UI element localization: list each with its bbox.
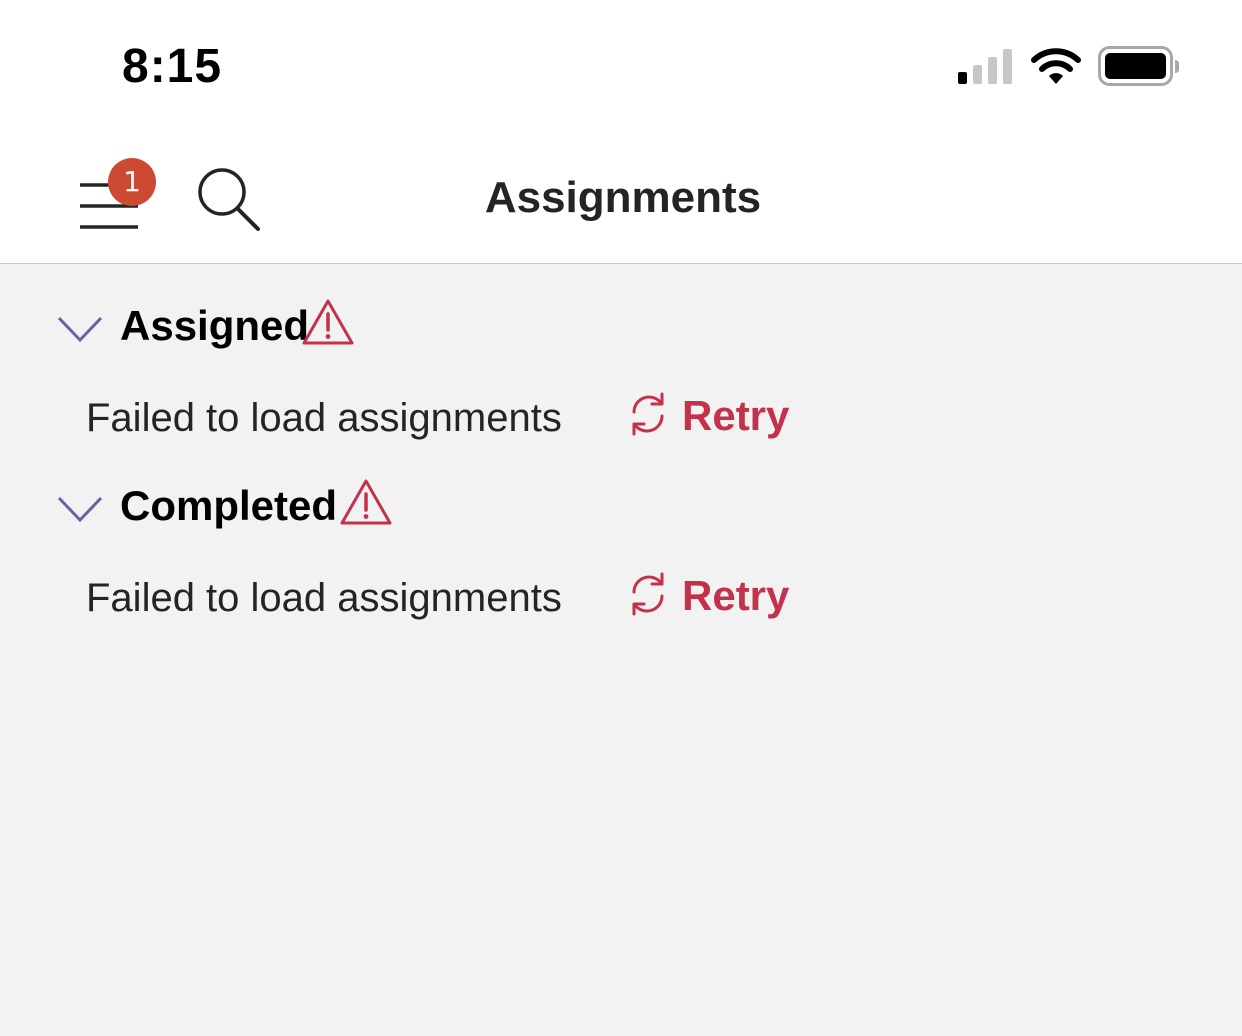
retry-label: Retry — [682, 572, 790, 619]
retry-button[interactable]: Retry — [626, 388, 796, 448]
chevron-down-icon — [57, 316, 103, 343]
error-message: Failed to load assignments — [86, 576, 562, 620]
status-time: 8:15 — [122, 40, 223, 93]
refresh-icon — [632, 572, 664, 616]
section-header-completed[interactable]: Completed — [52, 476, 412, 536]
chevron-down-icon — [57, 496, 103, 523]
battery-icon — [1098, 46, 1179, 86]
wifi-icon — [1031, 48, 1081, 84]
signal-icon — [958, 49, 1012, 84]
error-row: Failed to load assignments Retry — [86, 568, 806, 628]
retry-label: Retry — [682, 392, 790, 439]
refresh-icon — [632, 392, 664, 436]
nav-bar: 1 Assignments — [0, 132, 1242, 264]
warning-icon — [340, 479, 392, 525]
error-message: Failed to load assignments — [86, 396, 562, 440]
section-header-assigned[interactable]: Assigned — [52, 296, 372, 356]
section-title: Assigned — [120, 302, 310, 349]
retry-button[interactable]: Retry — [626, 568, 796, 628]
error-row: Failed to load assignments Retry — [86, 388, 806, 448]
warning-icon — [302, 299, 354, 345]
page-title: Assignments — [484, 173, 762, 222]
status-bar: 8:15 — [0, 0, 1242, 132]
section-title: Completed — [120, 482, 338, 529]
assignments-list: Assigned Failed to load assignments Retr… — [0, 264, 1242, 1036]
